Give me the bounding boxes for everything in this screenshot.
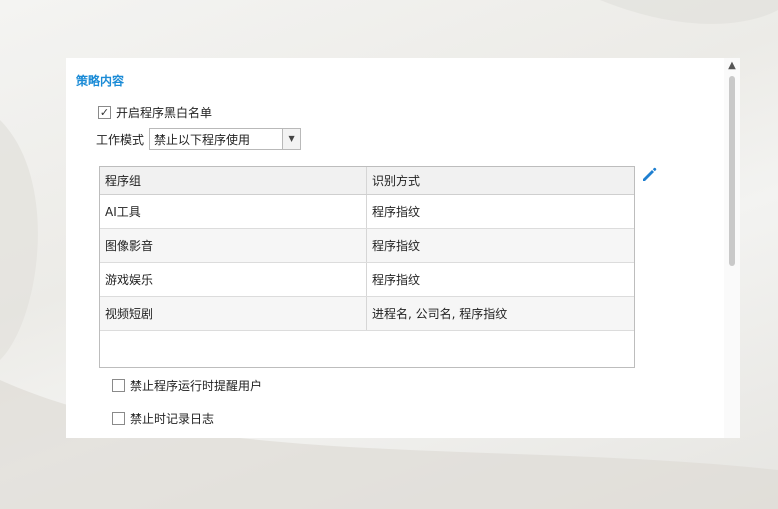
table-header: 程序组 识别方式 [100, 167, 634, 195]
table-row[interactable]: 视频短剧 进程名, 公司名, 程序指纹 [100, 297, 634, 331]
enable-list-label: 开启程序黑白名单 [116, 106, 213, 120]
enable-list-option[interactable]: ✓ 开启程序黑白名单 [98, 104, 212, 121]
notify-user-label: 禁止程序运行时提醒用户 [130, 379, 263, 393]
scrollbar-thumb[interactable] [729, 76, 735, 266]
column-header-identify-method[interactable]: 识别方式 [367, 167, 634, 194]
log-record-option[interactable]: 禁止时记录日志 [112, 410, 214, 427]
table-cell: 程序指纹 [372, 205, 421, 219]
pencil-icon[interactable] [640, 166, 658, 184]
table-cell: 程序指纹 [372, 273, 421, 287]
notify-user-option[interactable]: 禁止程序运行时提醒用户 [112, 377, 262, 394]
caret-down-icon[interactable]: ▼ [282, 129, 301, 149]
vertical-scrollbar[interactable]: ▲ [724, 58, 740, 438]
table-cell: 进程名, 公司名, 程序指纹 [372, 307, 508, 321]
notify-user-checkbox[interactable] [112, 379, 125, 392]
table-cell: 程序指纹 [372, 239, 421, 253]
program-group-table: 程序组 识别方式 AI工具 程序指纹 图像影音 程序指纹 游戏娱乐 程序指纹 视… [99, 166, 635, 368]
chevron-up-icon[interactable]: ▲ [724, 58, 740, 74]
column-header-program-group[interactable]: 程序组 [100, 167, 367, 194]
section-title: 策略内容 [76, 74, 125, 88]
table-cell: 游戏娱乐 [100, 263, 367, 296]
work-mode-select[interactable]: 禁止以下程序使用 ▼ [149, 128, 302, 150]
table-cell: 图像影音 [100, 229, 367, 262]
table-row[interactable]: 游戏娱乐 程序指纹 [100, 263, 634, 297]
table-cell: AI工具 [100, 195, 367, 228]
work-mode-row: 工作模式 禁止以下程序使用 ▼ [96, 128, 302, 150]
log-record-checkbox[interactable] [112, 412, 125, 425]
enable-list-checkbox[interactable]: ✓ [98, 106, 111, 119]
log-record-label: 禁止时记录日志 [130, 412, 215, 426]
work-mode-value: 禁止以下程序使用 [154, 132, 251, 147]
work-mode-label: 工作模式 [96, 132, 145, 147]
table-row[interactable]: 图像影音 程序指纹 [100, 229, 634, 263]
table-row[interactable]: AI工具 程序指纹 [100, 195, 634, 229]
table-cell: 视频短剧 [100, 297, 367, 330]
